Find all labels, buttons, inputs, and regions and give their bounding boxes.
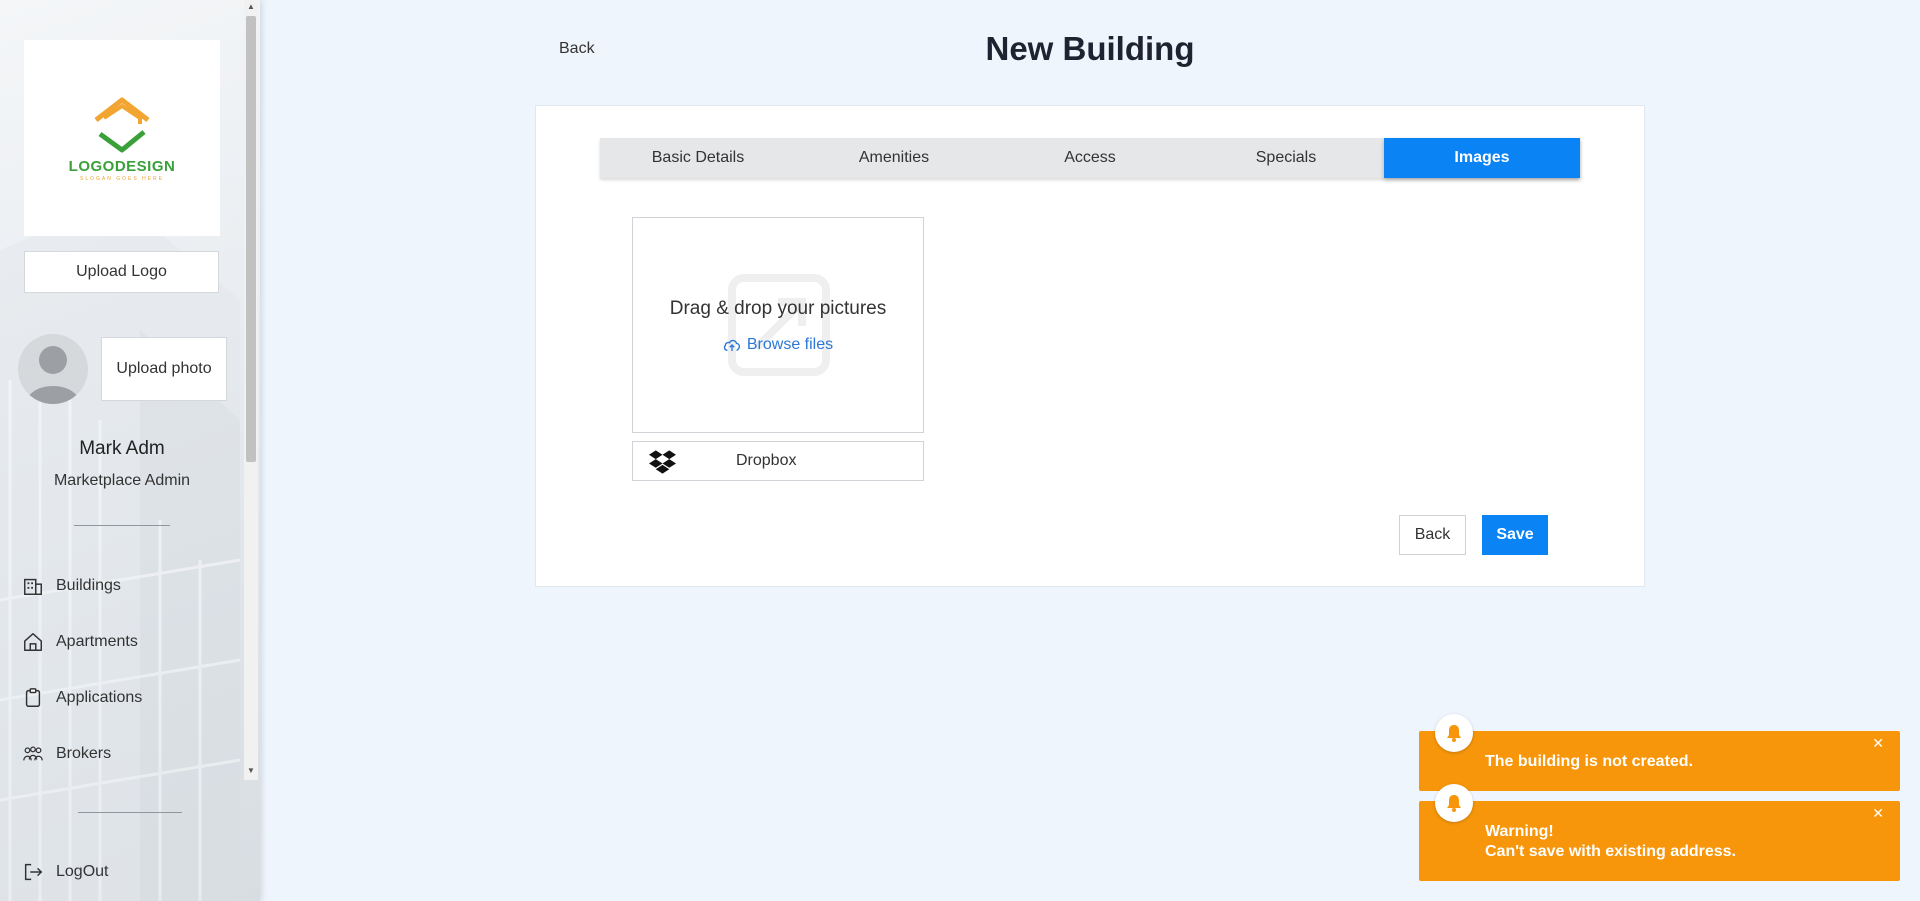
warning-toast: ✕ Warning! Can't save with existing addr… (1419, 784, 1900, 881)
toast-message: Warning! Can't save with existing addres… (1485, 822, 1736, 862)
sidebar-divider (78, 812, 182, 813)
save-button[interactable]: Save (1482, 515, 1548, 555)
bell-icon (1447, 725, 1461, 742)
avatar (18, 334, 88, 404)
upload-logo-button[interactable]: Upload Logo (24, 251, 219, 293)
sidebar: ▲ ▼ LOGODESIGN SLOGAN GOES HERE Upload L… (0, 0, 260, 901)
logo-text: LOGODESIGN (68, 158, 176, 175)
toast-message: The building is not created. (1485, 753, 1694, 770)
user-name: Mark Adm (79, 438, 165, 459)
close-icon[interactable]: ✕ (1872, 805, 1884, 822)
sidebar-item-label: Buildings (56, 577, 121, 594)
tab-amenities[interactable]: Amenities (796, 138, 992, 178)
sidebar-item-applications[interactable]: Applications (22, 683, 142, 713)
people-icon (23, 746, 43, 761)
tab-access[interactable]: Access (992, 138, 1188, 178)
company-logo: LOGODESIGN SLOGAN GOES HERE (24, 40, 220, 236)
upload-photo-button[interactable]: Upload photo (101, 337, 227, 401)
logo-slogan: SLOGAN GOES HERE (80, 176, 164, 182)
toast-bell (1435, 784, 1473, 822)
scroll-down-arrow[interactable]: ▼ (246, 766, 256, 775)
sidebar-scrollbar[interactable]: ▲ ▼ (244, 0, 258, 780)
back-button[interactable]: Back (1399, 515, 1466, 555)
dropbox-button[interactable]: Dropbox (632, 441, 924, 481)
tab-basic-details[interactable]: Basic Details (600, 138, 796, 178)
browse-files-link[interactable]: Browse files (633, 336, 923, 354)
logout-button[interactable]: LogOut (22, 857, 108, 887)
sidebar-item-brokers[interactable]: Brokers (22, 739, 111, 769)
dropbox-label: Dropbox (736, 452, 797, 469)
sidebar-item-label: Apartments (56, 633, 138, 650)
building-form-card: Basic Details Amenities Access Specials … (535, 105, 1645, 587)
scroll-up-arrow[interactable]: ▲ (246, 2, 256, 11)
page-title: New Building (985, 30, 1195, 67)
image-dropzone[interactable]: Drag & drop your pictures Browse files (632, 217, 924, 433)
toast-text: Can't save with existing address. (1485, 843, 1736, 860)
toast-title: Warning! (1485, 823, 1554, 840)
home-icon (24, 633, 42, 651)
form-tabs: Basic Details Amenities Access Specials … (600, 138, 1580, 178)
sidebar-item-label: Brokers (56, 745, 112, 762)
sidebar-item-apartments[interactable]: Apartments (22, 627, 138, 657)
user-role: Marketplace Admin (53, 472, 191, 489)
sidebar-divider (74, 525, 170, 526)
sidebar-item-label: Applications (56, 689, 143, 706)
user-silhouette-icon (26, 346, 80, 404)
error-toast: ✕ The building is not created. (1419, 714, 1900, 791)
dropzone-title: Drag & drop your pictures (669, 298, 887, 319)
building-icon (24, 578, 42, 595)
bell-icon (1447, 795, 1461, 812)
clipboard-icon (25, 688, 41, 707)
tab-specials[interactable]: Specials (1188, 138, 1384, 178)
logout-icon (24, 863, 43, 881)
image-placeholder-icon (728, 274, 830, 376)
dropbox-icon (649, 450, 676, 474)
browse-files-label: Browse files (746, 336, 834, 353)
logout-label: LogOut (56, 863, 109, 880)
sidebar-item-buildings[interactable]: Buildings (22, 571, 121, 601)
toast-bell (1435, 714, 1473, 752)
logo-house-icon (94, 97, 150, 153)
close-icon[interactable]: ✕ (1872, 735, 1884, 752)
cloud-upload-icon (723, 339, 740, 351)
scroll-thumb[interactable] (246, 16, 256, 462)
tab-images[interactable]: Images (1384, 138, 1580, 178)
back-link[interactable]: Back (559, 40, 595, 58)
